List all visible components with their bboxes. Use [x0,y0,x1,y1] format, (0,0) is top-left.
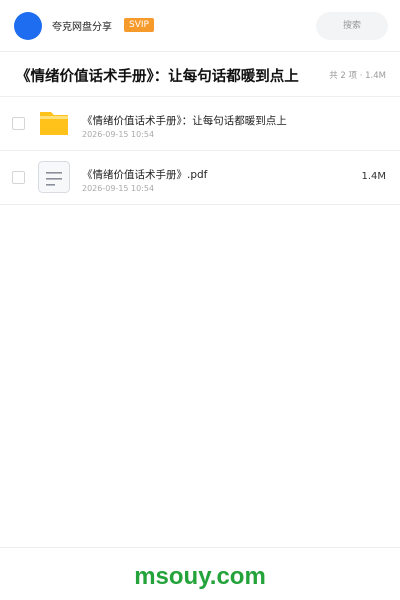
list-item[interactable]: 《情绪价值话术手册》：让每句话都暖到点上 2026-09-15 10:54 [0,97,400,151]
avatar[interactable] [14,12,42,40]
share-page: 夸克网盘分享 SVIP 搜索 《情绪价值话术手册》：让每句话都暖到点上 共 2 … [0,0,400,600]
file-time: 2026-09-15 10:54 [82,184,155,193]
page-title: 《情绪价值话术手册》：让每句话都暖到点上 [16,69,299,85]
svip-badge: SVIP [124,18,154,32]
item-summary: 共 2 项 · 1.4M [329,71,386,81]
folder-icon [37,106,71,140]
select-checkbox[interactable] [12,117,25,130]
search-input[interactable]: 搜索 [316,12,388,40]
watermark: msouy.com [134,563,266,590]
file-name: 《情绪价值话术手册》：让每句话都暖到点上 [82,115,287,127]
list-item[interactable]: 《情绪价值话术手册》.pdf 2026-09-15 10:54 1.4M [0,151,400,205]
file-time: 2026-09-15 10:54 [82,130,155,139]
folder-title-bar: 《情绪价值话术手册》：让每句话都暖到点上 共 2 项 · 1.4M [0,52,400,97]
select-checkbox[interactable] [12,171,25,184]
app-name: 夸克网盘分享 [52,22,112,33]
footer: msouy.com [0,547,400,600]
header: 夸克网盘分享 SVIP 搜索 [0,0,400,52]
document-icon [37,160,71,194]
file-name: 《情绪价值话术手册》.pdf [82,169,208,181]
file-size: 1.4M [361,171,386,182]
